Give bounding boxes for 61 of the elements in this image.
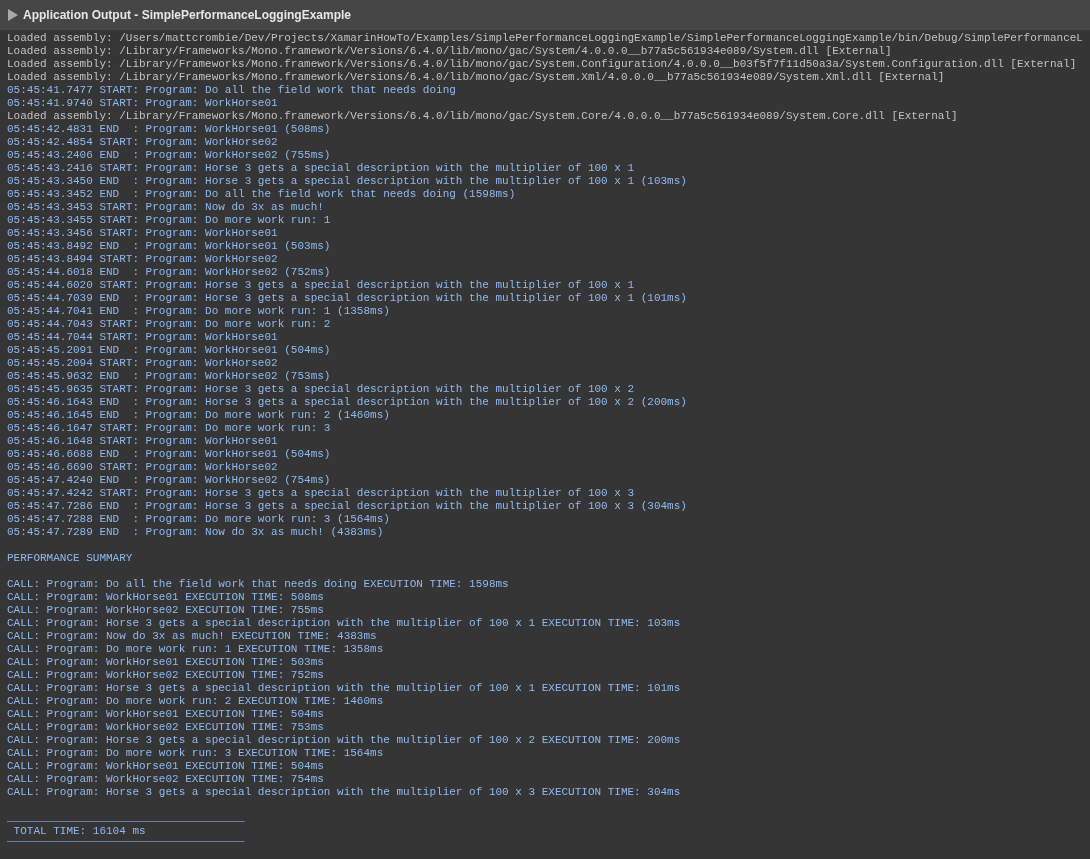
system-log-line: Loaded assembly: /Library/Frameworks/Mono.framework/Versions/6.4.0/lib/mono/gac/System.Configuration/4.0.0.0__b03f5f7f11d50a3a/System.Configuration.dll [External] — [7, 58, 1077, 71]
system-log-line: Loaded assembly: /Library/Frameworks/Mono.framework/Versions/6.4.0/lib/mono/gac/System.Core/4.0.0.0__b77a5c561934e089/System.Core.dll [External] — [7, 110, 958, 123]
summary-line: CALL: Program: WorkHorse01 EXECUTION TIME: 504ms — [7, 708, 324, 721]
summary-line: CALL: Program: WorkHorse02 EXECUTION TIME: 752ms — [7, 669, 324, 682]
summary-line: CALL: Program: Do more work run: 1 EXECUTION TIME: 1358ms — [7, 643, 384, 656]
summary-line: CALL: Program: Do more work run: 3 EXECUTION TIME: 1564ms — [7, 747, 384, 760]
summary-line: CALL: Program: WorkHorse02 EXECUTION TIME: 753ms — [7, 721, 324, 734]
log-line: 05:45:43.3456 START: Program: WorkHorse01 — [7, 227, 278, 240]
log-line: 05:45:46.1648 START: Program: WorkHorse01 — [7, 435, 278, 448]
log-line: 05:45:47.4240 END : Program: WorkHorse02 (754ms) — [7, 474, 331, 487]
summary-line: CALL: Program: WorkHorse01 EXECUTION TIME: 508ms — [7, 591, 324, 604]
summary-line: CALL: Program: WorkHorse02 EXECUTION TIME: 755ms — [7, 604, 324, 617]
summary-line: CALL: Program: Horse 3 gets a special description with the multiplier of 100 x 2 EXECUTION TIME: 200ms — [7, 734, 681, 747]
log-line: 05:45:42.4854 START: Program: WorkHorse02 — [7, 136, 278, 149]
log-line: 05:45:43.2406 END : Program: WorkHorse02 (755ms) — [7, 149, 331, 162]
log-line: 05:45:43.3450 END : Program: Horse 3 gets a special description with the multiplier of 100 x 1 (103ms) — [7, 175, 687, 188]
summary-line: CALL: Program: Now do 3x as much! EXECUTION TIME: 4383ms — [7, 630, 377, 643]
log-line: 05:45:41.9740 START: Program: WorkHorse01 — [7, 97, 278, 110]
log-line: 05:45:45.9635 START: Program: Horse 3 gets a special description with the multiplier of 100 x 2 — [7, 383, 635, 396]
log-line: 05:45:43.8492 END : Program: WorkHorse01 (503ms) — [7, 240, 331, 253]
log-line: 05:45:47.7288 END : Program: Do more work run: 3 (1564ms) — [7, 513, 390, 526]
log-line: 05:45:46.1643 END : Program: Horse 3 gets a special description with the multiplier of 100 x 2 (200ms) — [7, 396, 687, 409]
log-line: 05:45:43.2416 START: Program: Horse 3 gets a special description with the multiplier of 100 x 1 — [7, 162, 635, 175]
log-line: 05:45:46.6690 START: Program: WorkHorse02 — [7, 461, 278, 474]
log-line: 05:45:44.7043 START: Program: Do more work run: 2 — [7, 318, 331, 331]
system-log-line: Loaded assembly: /Library/Frameworks/Mono.framework/Versions/6.4.0/lib/mono/gac/System.Xml/4.0.0.0__b77a5c561934e089/System.Xml.dll [External] — [7, 71, 945, 84]
log-line: 05:45:47.4242 START: Program: Horse 3 gets a special description with the multiplier of 100 x 3 — [7, 487, 635, 500]
log-line: 05:45:44.7041 END : Program: Do more work run: 1 (1358ms) — [7, 305, 390, 318]
summary-line: CALL: Program: Do more work run: 2 EXECUTION TIME: 1460ms — [7, 695, 384, 708]
total-time: TOTAL TIME: 16104 ms — [12, 825, 146, 838]
system-log-line: Loaded assembly: /Library/Frameworks/Mono.framework/Versions/6.4.0/lib/mono/gac/System/4.0.0.0__b77a5c561934e089/System.dll [External] — [7, 45, 892, 58]
log-line: 05:45:47.7286 END : Program: Horse 3 gets a special description with the multiplier of 100 x 3 (304ms) — [7, 500, 687, 513]
log-line: 05:45:43.3452 END : Program: Do all the field work that needs doing (1598ms) — [7, 188, 516, 201]
summary-line: CALL: Program: Horse 3 gets a special description with the multiplier of 100 x 1 EXECUTION TIME: 103ms — [7, 617, 681, 630]
summary-line: CALL: Program: Horse 3 gets a special description with the multiplier of 100 x 1 EXECUTION TIME: 101ms — [7, 682, 681, 695]
system-log-line: Loaded assembly: /Users/mattcrombie/Dev/Projects/XamarinHowTo/Examples/SimplePerformanceLoggingExample/SimplePerformanceLoggingExample/bin/Debug/SimplePerformanceL — [7, 32, 1083, 45]
log-line: 05:45:47.7289 END : Program: Now do 3x as much! (4383ms) — [7, 526, 384, 539]
summary-line: CALL: Program: Horse 3 gets a special description with the multiplier of 100 x 3 EXECUTION TIME: 304ms — [7, 786, 681, 799]
log-line: 05:45:42.4831 END : Program: WorkHorse01 (508ms) — [7, 123, 331, 136]
panel-title: Application Output - SimplePerformanceLoggingExample — [23, 8, 352, 22]
summary-line: CALL: Program: WorkHorse01 EXECUTION TIME: 504ms — [7, 760, 324, 773]
log-line: 05:45:45.2094 START: Program: WorkHorse02 — [7, 357, 278, 370]
log-line: 05:45:46.1647 START: Program: Do more work run: 3 — [7, 422, 331, 435]
summary-line: CALL: Program: WorkHorse01 EXECUTION TIME: 503ms — [7, 656, 324, 669]
log-line: 05:45:45.9632 END : Program: WorkHorse02 (753ms) — [7, 370, 331, 383]
log-line: 05:45:43.3453 START: Program: Now do 3x as much! — [7, 201, 324, 214]
log-line: 05:45:43.3455 START: Program: Do more work run: 1 — [7, 214, 331, 227]
log-line: 05:45:44.7044 START: Program: WorkHorse01 — [7, 331, 278, 344]
separator-line: ____________________________________ — [7, 812, 245, 825]
log-line: 05:45:46.1645 END : Program: Do more work run: 2 (1460ms) — [7, 409, 390, 422]
summary-line: CALL: Program: Do all the field work that needs doing EXECUTION TIME: 1598ms — [7, 578, 509, 591]
log-line: 05:45:45.2091 END : Program: WorkHorse01 (504ms) — [7, 344, 331, 357]
play-icon[interactable] — [7, 8, 19, 22]
log-line: 05:45:41.7477 START: Program: Do all the field work that needs doing — [7, 84, 456, 97]
log-line: 05:45:44.6020 START: Program: Horse 3 gets a special description with the multiplier of 100 x 1 — [7, 279, 635, 292]
log-line: 05:45:43.8494 START: Program: WorkHorse02 — [7, 253, 278, 266]
summary-line: CALL: Program: WorkHorse02 EXECUTION TIME: 754ms — [7, 773, 324, 786]
log-line: 05:45:44.6018 END : Program: WorkHorse02 (752ms) — [7, 266, 331, 279]
summary-heading: PERFORMANCE SUMMARY — [7, 552, 133, 565]
log-line: 05:45:46.6688 END : Program: WorkHorse01 (504ms) — [7, 448, 331, 461]
log-line: 05:45:44.7039 END : Program: Horse 3 gets a special description with the multiplier of 100 x 1 (101ms) — [7, 292, 687, 305]
